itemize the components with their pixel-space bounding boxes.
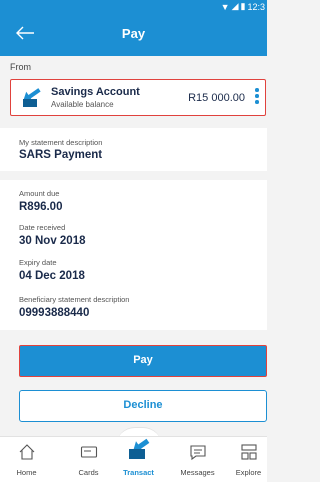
expiry-date-value: 04 Dec 2018 [19, 270, 85, 282]
from-account-selector[interactable]: Savings Account Available balance R15 00… [10, 79, 266, 116]
explore-icon [222, 443, 275, 461]
message-icon [171, 443, 224, 461]
amount-due-label: Amount due [19, 189, 60, 198]
status-bar: ▼ ◢ ▮ 12:3 [0, 0, 267, 14]
card-icon [62, 443, 115, 461]
wifi-icon: ▼ [220, 1, 230, 12]
account-name: Savings Account [51, 86, 140, 98]
more-options-icon[interactable] [254, 88, 260, 108]
beneficiary-value: 09993888440 [19, 307, 90, 319]
battery-icon: ▮ [240, 1, 246, 11]
nav-messages[interactable]: Messages [171, 437, 224, 482]
expiry-date-label: Expiry date [19, 258, 57, 267]
nav-explore-label: Explore [235, 468, 262, 477]
app-bar: Pay [0, 14, 267, 56]
statement-label: My statement description [19, 138, 103, 147]
signal-icon: ◢ [231, 1, 239, 11]
account-balance: R15 000.00 [188, 92, 245, 104]
status-icons: ▼ ◢ ▮ 12:3 [221, 1, 265, 12]
bottom-nav: Home Cards Transact Messages Explore [0, 436, 267, 482]
nav-home[interactable]: Home [0, 437, 53, 482]
home-icon [0, 443, 53, 461]
pay-button[interactable]: Pay [19, 345, 267, 377]
date-received-label: Date received [19, 223, 66, 232]
nav-explore[interactable]: Explore [222, 437, 275, 482]
statement-section: My statement description SARS Payment [0, 128, 267, 171]
page-title: Pay [121, 26, 146, 41]
date-received-value: 30 Nov 2018 [19, 235, 86, 247]
account-subtitle: Available balance [51, 100, 114, 109]
payment-details: Amount due R896.00 Date received 30 Nov … [0, 180, 267, 330]
nav-home-label: Home [16, 468, 37, 477]
beneficiary-label: Beneficiary statement description [19, 295, 130, 304]
transfer-icon [21, 87, 45, 109]
status-time: 12:3 [247, 1, 265, 12]
nav-transact[interactable]: Transact [112, 437, 165, 482]
nav-transact-label: Transact [123, 468, 154, 477]
from-label: From [10, 62, 31, 72]
transact-icon [112, 435, 165, 459]
amount-due-value: R896.00 [19, 201, 63, 213]
statement-value: SARS Payment [19, 149, 103, 161]
decline-button[interactable]: Decline [19, 390, 267, 422]
